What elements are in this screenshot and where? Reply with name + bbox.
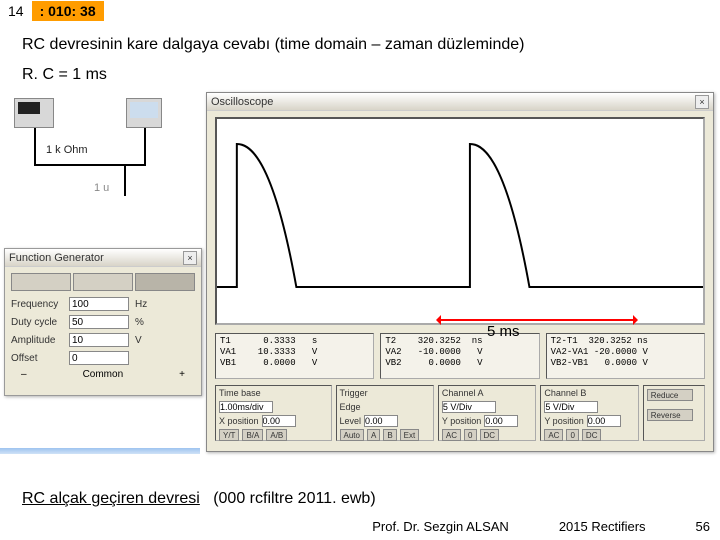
function-generator-window: Function Generator × Frequency Hz Duty cy… (4, 248, 202, 396)
chB-title: Channel B (544, 388, 634, 398)
page-title: RC devresinin kare dalgaya cevabı (time … (22, 36, 524, 54)
freq-unit: Hz (135, 299, 165, 310)
capacitor-label: 1 u (94, 182, 109, 194)
channel-b-panel: Channel B Y position AC0 DC (540, 385, 638, 441)
rc-file: (000 rcfiltre 2011. ewb) (213, 490, 375, 507)
chB-ypos-label: Y position (544, 416, 583, 426)
xpos-label: X position (219, 416, 259, 426)
chA-scale[interactable] (442, 401, 496, 413)
chA-dc[interactable]: DC (480, 429, 500, 441)
trigger-title: Trigger (340, 388, 430, 398)
chA-title: Channel A (442, 388, 532, 398)
chA-ac[interactable]: AC (442, 429, 461, 441)
freq-input[interactable] (69, 297, 129, 311)
footer-author: Prof. Dr. Sezgin ALSAN (372, 519, 509, 534)
yt-button[interactable]: Y/T (219, 429, 239, 441)
close-icon[interactable]: × (695, 95, 709, 109)
ab-button[interactable]: A/B (266, 429, 287, 441)
amp-input[interactable] (69, 333, 129, 347)
readout-delta: T2-T1 320.3252 ns VA2-VA1 -20.0000 V VB2… (546, 333, 705, 379)
close-icon[interactable]: × (183, 251, 197, 265)
xpos-input[interactable] (262, 415, 296, 427)
time-span-arrow (437, 319, 637, 321)
wave-sine-button[interactable] (11, 273, 71, 291)
bottom-link-row: RC alçak geçiren devresi (000 rcfiltre 2… (22, 490, 376, 508)
footer-page: 56 (696, 519, 710, 534)
multimeter-icon (14, 98, 54, 128)
chA-zero[interactable]: 0 (464, 429, 476, 441)
duty-unit: % (135, 317, 165, 328)
fgen-plus: + (179, 369, 185, 380)
oscilloscope-window: Oscilloscope × 5 ms T1 0.3333 s VA1 10.3… (206, 92, 714, 452)
trigger-panel: Trigger Edge Level AutoAB Ext (336, 385, 434, 441)
osc-title: Oscilloscope (211, 96, 273, 108)
footer-course: 2015 Rectifiers (559, 519, 646, 534)
wave-tri-button[interactable] (73, 273, 133, 291)
channel-a-panel: Channel A Y position AC0 DC (438, 385, 536, 441)
circuit-diagram: 1 k Ohm 1 u (8, 98, 198, 238)
readout-t1: T1 0.3333 s VA1 10.3333 V VB1 0.0000 V (215, 333, 374, 379)
amp-label: Amplitude (11, 335, 69, 346)
chB-dc[interactable]: DC (582, 429, 602, 441)
amp-unit: V (135, 335, 165, 346)
chB-scale[interactable] (544, 401, 598, 413)
timebase-panel: Time base X position Y/TB/AA/B (215, 385, 332, 441)
reverse-button[interactable]: Reverse (647, 409, 693, 421)
resistor-label: 1 k Ohm (46, 144, 88, 156)
chB-ac[interactable]: AC (544, 429, 563, 441)
auto-button[interactable]: Auto (340, 429, 364, 441)
osc-readouts: T1 0.3333 s VA1 10.3333 V VB1 0.0000 V T… (215, 333, 705, 379)
chB-ypos[interactable] (587, 415, 621, 427)
slide-num: 14 (0, 1, 32, 21)
osc-screen: 5 ms (215, 117, 705, 325)
fgen-title: Function Generator (9, 252, 104, 264)
timebase-scale[interactable] (219, 401, 273, 413)
slide-time: : 010: 38 (32, 1, 104, 21)
ext-button[interactable]: Ext (400, 429, 420, 441)
fgen-common: Common (83, 369, 124, 380)
chA-ypos-label: Y position (442, 416, 481, 426)
chA-ypos[interactable] (484, 415, 518, 427)
freq-label: Frequency (11, 299, 69, 310)
timebase-title: Time base (219, 388, 328, 398)
five-ms-label: 5 ms (487, 323, 520, 340)
trigB-button[interactable]: B (383, 429, 396, 441)
scope-mini-icon (126, 98, 162, 128)
wave-square-button[interactable] (135, 273, 195, 291)
level-input[interactable] (364, 415, 398, 427)
offset-input[interactable] (69, 351, 129, 365)
edge-label: Edge (340, 402, 361, 412)
trigA-button[interactable]: A (367, 429, 380, 441)
rc-constant: R. C = 1 ms (22, 66, 107, 84)
offset-label: Offset (11, 353, 69, 364)
chB-zero[interactable]: 0 (566, 429, 578, 441)
level-label: Level (340, 416, 362, 426)
fgen-minus: – (21, 369, 27, 380)
side-panel: Reduce Reverse (643, 385, 705, 441)
reduce-button[interactable]: Reduce (647, 389, 693, 401)
rc-link[interactable]: RC alçak geçiren devresi (22, 490, 200, 507)
duty-input[interactable] (69, 315, 129, 329)
duty-label: Duty cycle (11, 317, 69, 328)
divider-bar (0, 448, 200, 454)
ba-button[interactable]: B/A (242, 429, 263, 441)
